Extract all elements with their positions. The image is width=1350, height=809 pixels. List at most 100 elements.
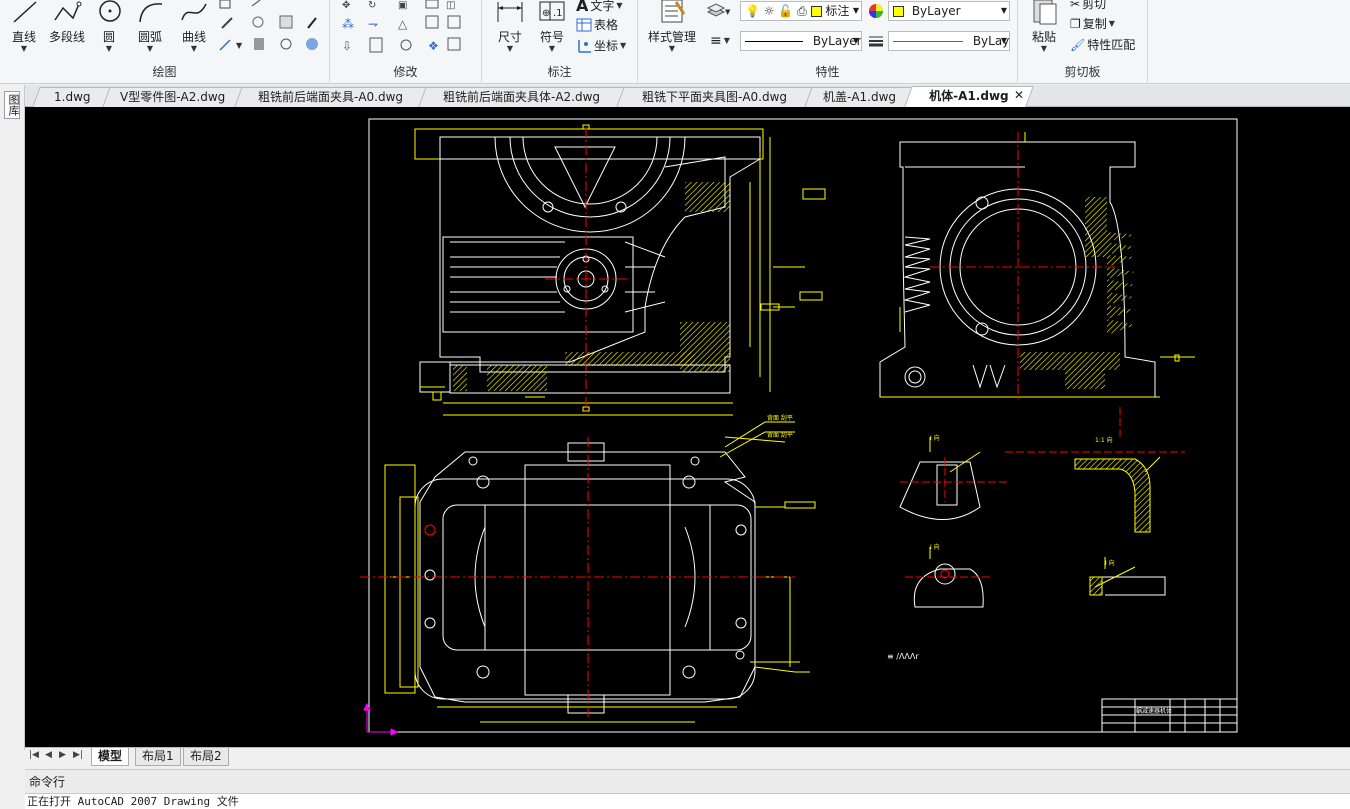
linetype-icon[interactable]: ≡ ▼ xyxy=(710,33,730,49)
spline-icon xyxy=(181,3,207,21)
properties-panel-title: 特性 xyxy=(815,65,840,79)
draw-small-tools[interactable]: ▼ xyxy=(216,0,328,60)
doc-tab[interactable]: 粗铣下平面夹具图-A0.dwg xyxy=(616,87,814,107)
chevron-down-icon[interactable]: ▼ xyxy=(94,45,124,53)
chevron-down-icon: ▼ xyxy=(852,36,859,45)
color-swatch xyxy=(893,6,904,17)
doc-tab[interactable]: 粗铣前后端面夹具体-A2.dwg xyxy=(418,87,626,107)
command-line-history[interactable]: 正在打开 AutoCAD 2007 Drawing 文件 xyxy=(25,793,1350,809)
layout-tab-bar: |◀ ◀ ▶ ▶| 模型 布局1 布局2 xyxy=(25,747,1350,766)
spline-button[interactable]: 曲线 ▼ xyxy=(174,0,214,53)
chevron-down-icon[interactable]: ▼ xyxy=(644,45,700,53)
drawing-canvas[interactable]: 背面 刮平 背面 刮平 I 向 1:1 向 I 向 I 向 ≡ /ΛΛΛr 蜗减… xyxy=(25,107,1350,747)
doc-tab[interactable]: 1.dwg xyxy=(32,87,112,107)
modify-tools[interactable]: ✥ ↻ ▣ ◫ ⁂ ⇁ △ ⇩ ❖ xyxy=(336,0,480,60)
top-view xyxy=(414,442,756,714)
copy-button[interactable]: ❐ 复制 ▼ xyxy=(1070,15,1115,32)
layer-value: 标注 xyxy=(825,4,850,18)
svg-text:.1: .1 xyxy=(553,8,563,19)
line-icon xyxy=(13,1,37,23)
clipboard-panel-title: 剪切板 xyxy=(1064,65,1101,79)
chevron-down-icon[interactable]: ▼ xyxy=(492,45,528,53)
cut-label: 剪切 xyxy=(1082,0,1107,11)
dimension-label: 尺寸 xyxy=(497,30,522,44)
table-button[interactable]: 表格 xyxy=(576,16,618,33)
cad-drawing[interactable]: 背面 刮平 背面 刮平 I 向 1:1 向 I 向 I 向 ≡ /ΛΛΛr 蜗减… xyxy=(25,107,1350,747)
brush-icon: 🖌 xyxy=(1070,37,1086,52)
layer-manager-icon[interactable]: ▼ xyxy=(706,2,732,20)
chevron-down-icon[interactable]: ▼ xyxy=(534,45,570,53)
lineweight-icon[interactable] xyxy=(868,34,884,48)
chevron-down-icon[interactable]: ▼ xyxy=(174,45,214,53)
roughness-note: ≡ /ΛΛΛr xyxy=(887,652,919,661)
svg-text:1:1 向: 1:1 向 xyxy=(1095,436,1113,444)
library-tab[interactable]: 图库 xyxy=(4,91,20,119)
draw-panel-title: 绘图 xyxy=(152,65,177,79)
layer-combo[interactable]: 💡 ☼ 🔓 ⎙ 标注 ▼ xyxy=(740,1,862,21)
ribbon: 直线 ▼ 多段线 圆 ▼ 圆弧 ▼ 曲线 ▼ ▼ 绘图 ✥ ↻ ▣ ◫ ⁂ ⇁ … xyxy=(0,0,1350,84)
spline-label: 曲线 xyxy=(181,30,206,44)
svg-text:I 向: I 向 xyxy=(930,543,940,551)
doc-tab[interactable]: 机盖-A1.dwg xyxy=(804,87,916,107)
clipboard-icon xyxy=(1033,0,1057,25)
library-label: 图库 xyxy=(7,94,20,116)
section-detail-3: I 向 xyxy=(905,543,990,608)
style-manage-label: 样式管理 xyxy=(647,30,696,44)
doc-tab[interactable]: 粗铣前后端面夹具-A0.dwg xyxy=(234,87,428,107)
front-view-hatch xyxy=(453,182,730,391)
svg-text:▼: ▼ xyxy=(236,41,243,50)
symbol-icon: ⊕ .1 xyxy=(539,1,565,21)
chevron-down-icon[interactable]: ▼ xyxy=(130,45,170,53)
prev-layout-icon[interactable]: ◀ xyxy=(45,750,52,760)
linetype-combo[interactable]: ByLayer ▼ xyxy=(740,31,862,51)
linetype-sample xyxy=(745,41,803,42)
style-manage-button[interactable]: 样式管理 ▼ xyxy=(644,0,700,53)
arc-label: 圆弧 xyxy=(137,30,162,44)
section-detail-2: 1:1 向 xyxy=(1005,407,1185,533)
chevron-down-icon[interactable]: ▼ xyxy=(6,45,42,53)
layer-color-swatch xyxy=(810,6,822,17)
match-properties-button[interactable]: 🖌 特性匹配 xyxy=(1070,36,1135,53)
layout-tab-model[interactable]: 模型 xyxy=(91,748,130,766)
color-wheel-icon[interactable] xyxy=(868,3,884,19)
title-block-text: 蜗减速器机体 xyxy=(1136,707,1172,715)
text-button[interactable]: A 文字 ▼ xyxy=(576,0,623,15)
first-layout-icon[interactable]: |◀ xyxy=(29,750,39,760)
polyline-button[interactable]: 多段线 xyxy=(44,0,90,45)
circle-button[interactable]: 圆 ▼ xyxy=(94,0,124,53)
chevron-down-icon[interactable]: ▼ xyxy=(1026,45,1062,53)
lineweight-combo[interactable]: ByLayer ▼ xyxy=(888,31,1010,51)
chevron-down-icon[interactable]: ▼ xyxy=(616,1,622,10)
annotation-panel-title: 标注 xyxy=(547,65,572,79)
svg-text:↻: ↻ xyxy=(368,0,376,11)
command-output: 正在打开 AutoCAD 2007 Drawing 文件 xyxy=(27,795,239,808)
paste-label: 粘贴 xyxy=(1031,30,1056,44)
next-layout-icon[interactable]: ▶ xyxy=(59,750,66,760)
dimension-button[interactable]: 尺寸 ▼ xyxy=(492,0,528,53)
command-line-title: 命令行 xyxy=(25,769,1350,793)
paste-button[interactable]: 粘贴 ▼ xyxy=(1026,0,1062,53)
clipboard-panel: 粘贴 ▼ ✂ 剪切 ❐ 复制 ▼ 🖌 特性匹配 剪切板 xyxy=(1018,0,1148,84)
svg-text:▣: ▣ xyxy=(398,0,407,11)
close-icon[interactable]: ✕ xyxy=(1014,88,1024,102)
chevron-down-icon[interactable]: ▼ xyxy=(620,41,626,50)
line-button[interactable]: 直线 ▼ xyxy=(6,0,42,53)
svg-text:背面 刮平: 背面 刮平 xyxy=(767,414,793,422)
modify-panel-title: 修改 xyxy=(393,65,418,79)
lineweight-sample xyxy=(893,41,963,42)
doc-tab[interactable]: V型零件图-A2.dwg xyxy=(102,87,244,107)
symbol-button[interactable]: ⊕ .1 符号 ▼ xyxy=(534,0,570,53)
command-line-label: 命令行 xyxy=(29,775,66,789)
last-layout-icon[interactable]: ▶| xyxy=(73,750,83,760)
layout-tab-2[interactable]: 布局2 xyxy=(183,748,229,766)
arc-button[interactable]: 圆弧 ▼ xyxy=(130,0,170,53)
section-detail-1: I 向 xyxy=(899,434,1010,520)
layout-tab-1[interactable]: 布局1 xyxy=(135,748,181,766)
cut-button[interactable]: ✂ 剪切 xyxy=(1070,0,1106,12)
table-icon xyxy=(576,18,592,31)
color-combo[interactable]: ByLayer ▼ xyxy=(888,1,1010,21)
text-label: 文字 xyxy=(590,0,615,13)
dimension-icon xyxy=(497,2,523,22)
coordinate-button[interactable]: 坐标 ▼ xyxy=(576,37,626,54)
chevron-down-icon[interactable]: ▼ xyxy=(1109,19,1115,28)
